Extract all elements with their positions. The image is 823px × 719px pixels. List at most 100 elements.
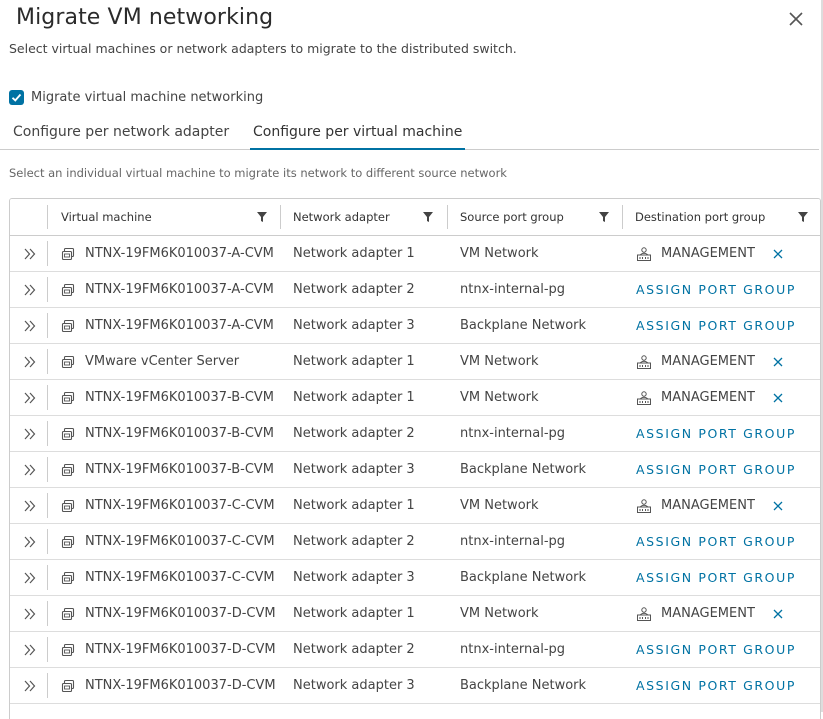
assign-port-group-link[interactable]: ASSIGN PORT GROUP — [636, 318, 796, 333]
destination-port-group-name: MANAGEMENT — [661, 606, 755, 621]
column-header-virtual-machine[interactable]: Virtual machine — [61, 199, 152, 235]
column-header-destination-port-group[interactable]: Destination port group — [635, 199, 765, 235]
destination-port-group-cell: MANAGEMENT — [636, 380, 783, 415]
source-port-group-cell: Backplane Network — [460, 570, 587, 585]
assign-port-group-link[interactable]: ASSIGN PORT GROUP — [636, 678, 796, 693]
row-separator — [47, 673, 48, 698]
migrate-networking-checkbox-row[interactable]: Migrate virtual machine networking — [9, 88, 263, 106]
virtual-machine-icon — [61, 247, 75, 260]
port-group-icon — [637, 606, 651, 621]
vm-name[interactable]: NTNX-19FM6K010037-C-CVM — [85, 570, 275, 585]
table-row[interactable]: NTNX-19FM6K010037-B-CVM Network adapter 1… — [10, 380, 820, 416]
filter-icon[interactable] — [798, 212, 808, 222]
expand-row-icon[interactable] — [23, 535, 37, 549]
row-separator — [47, 421, 48, 446]
network-adapter-cell: Network adapter 1 — [293, 498, 415, 513]
table-row[interactable]: NTNX-19FM6K010037-A-CVM Network adapter 3… — [10, 308, 820, 344]
vm-cell: VMware vCenter Server — [61, 344, 239, 379]
row-separator — [47, 565, 48, 590]
table-row[interactable]: NTNX-19FM6K010037-D-CVM Network adapter 2… — [10, 632, 820, 668]
table-row[interactable]: NTNX-19FM6K010037-C-CVM Network adapter 3… — [10, 560, 820, 596]
assign-port-group-link[interactable]: ASSIGN PORT GROUP — [636, 642, 796, 657]
column-header-network-adapter[interactable]: Network adapter — [293, 199, 390, 235]
column-separator — [447, 205, 448, 229]
remove-assignment-icon[interactable] — [773, 609, 783, 619]
virtual-machine-icon — [61, 283, 75, 296]
destination-port-group-cell: ASSIGN PORT GROUP — [636, 524, 796, 559]
vm-cell: NTNX-19FM6K010037-C-CVM — [61, 488, 275, 523]
destination-port-group-cell: MANAGEMENT — [636, 236, 783, 271]
expand-row-icon[interactable] — [23, 643, 37, 657]
port-group-icon — [637, 390, 651, 405]
migrate-vm-networking-dialog: Migrate VM networking Select virtual mac… — [0, 0, 823, 719]
source-port-group-cell: ntnx-internal-pg — [460, 642, 566, 657]
table-row[interactable]: NTNX-19FM6K010037-D-CVM Network adapter 3… — [10, 668, 820, 704]
table-row[interactable]: NTNX-19FM6K010037-B-CVM Network adapter 3… — [10, 452, 820, 488]
source-port-group-cell: VM Network — [460, 390, 539, 405]
close-icon[interactable] — [786, 9, 806, 29]
expand-row-icon[interactable] — [23, 283, 37, 297]
remove-assignment-icon[interactable] — [773, 393, 783, 403]
tab-configure-per-virtual-machine[interactable]: Configure per virtual machine — [250, 124, 466, 150]
vm-cell: NTNX-19FM6K010037-A-CVM — [61, 308, 274, 343]
table-row[interactable]: NTNX-19FM6K010037-A-CVM Network adapter 1… — [10, 236, 820, 272]
virtual-machine-icon — [61, 319, 75, 332]
destination-port-group-cell: MANAGEMENT — [636, 488, 783, 523]
vm-name[interactable]: NTNX-19FM6K010037-C-CVM — [85, 534, 275, 549]
expand-row-icon[interactable] — [23, 679, 37, 693]
remove-assignment-icon[interactable] — [773, 249, 783, 259]
vm-name[interactable]: NTNX-19FM6K010037-D-CVM — [85, 642, 276, 657]
assign-port-group-link[interactable]: ASSIGN PORT GROUP — [636, 462, 796, 477]
destination-port-group-cell: ASSIGN PORT GROUP — [636, 308, 796, 343]
vm-name[interactable]: NTNX-19FM6K010037-C-CVM — [85, 498, 275, 513]
expand-row-icon[interactable] — [23, 247, 37, 261]
source-port-group-cell: Backplane Network — [460, 678, 587, 693]
vm-cell: NTNX-19FM6K010037-B-CVM — [61, 416, 274, 451]
network-adapter-cell: Network adapter 1 — [293, 354, 415, 369]
expand-row-icon[interactable] — [23, 571, 37, 585]
expand-row-icon[interactable] — [23, 607, 37, 621]
table-row[interactable]: NTNX-19FM6K010037-C-CVM Network adapter 1… — [10, 488, 820, 524]
destination-port-group-cell: ASSIGN PORT GROUP — [636, 272, 796, 307]
tab-configure-per-network-adapter[interactable]: Configure per network adapter — [13, 124, 229, 148]
row-separator — [47, 349, 48, 374]
filter-icon[interactable] — [257, 212, 267, 222]
filter-icon[interactable] — [599, 212, 609, 222]
row-separator — [47, 313, 48, 338]
vm-name[interactable]: NTNX-19FM6K010037-A-CVM — [85, 246, 274, 261]
table-row[interactable]: NTNX-19FM6K010037-A-CVM Network adapter 2… — [10, 272, 820, 308]
assign-port-group-link[interactable]: ASSIGN PORT GROUP — [636, 534, 796, 549]
migrate-networking-checkbox[interactable] — [9, 89, 24, 105]
table-row[interactable]: VMware vCenter Server Network adapter 1 VM… — [10, 344, 820, 380]
vm-name[interactable]: NTNX-19FM6K010037-D-CVM — [85, 678, 276, 693]
expand-row-icon[interactable] — [23, 463, 37, 477]
remove-assignment-icon[interactable] — [773, 357, 783, 367]
vm-name[interactable]: VMware vCenter Server — [85, 354, 239, 369]
vm-name[interactable]: NTNX-19FM6K010037-B-CVM — [85, 426, 274, 441]
expand-row-icon[interactable] — [23, 319, 37, 333]
filter-icon[interactable] — [423, 212, 433, 222]
vm-name[interactable]: NTNX-19FM6K010037-A-CVM — [85, 282, 274, 297]
row-separator — [47, 529, 48, 554]
expand-row-icon[interactable] — [23, 427, 37, 441]
remove-assignment-icon[interactable] — [773, 501, 783, 511]
source-port-group-cell: ntnx-internal-pg — [460, 534, 566, 549]
vm-name[interactable]: NTNX-19FM6K010037-B-CVM — [85, 462, 274, 477]
vm-cell: NTNX-19FM6K010037-B-CVM — [61, 452, 274, 487]
assign-port-group-link[interactable]: ASSIGN PORT GROUP — [636, 426, 796, 441]
table-row[interactable]: NTNX-19FM6K010037-D-CVM Network adapter 1… — [10, 596, 820, 632]
assign-port-group-link[interactable]: ASSIGN PORT GROUP — [636, 570, 796, 585]
dialog-title: Migrate VM networking — [16, 5, 274, 30]
expand-row-icon[interactable] — [23, 355, 37, 369]
row-separator — [47, 241, 48, 266]
column-header-source-port-group[interactable]: Source port group — [460, 199, 564, 235]
vm-name[interactable]: NTNX-19FM6K010037-A-CVM — [85, 318, 274, 333]
vm-name[interactable]: NTNX-19FM6K010037-B-CVM — [85, 390, 274, 405]
expand-row-icon[interactable] — [23, 499, 37, 513]
table-row[interactable]: NTNX-19FM6K010037-B-CVM Network adapter 2… — [10, 416, 820, 452]
table-row[interactable]: NTNX-19FM6K010037-C-CVM Network adapter 2… — [10, 524, 820, 560]
expand-row-icon[interactable] — [23, 391, 37, 405]
assign-port-group-link[interactable]: ASSIGN PORT GROUP — [636, 282, 796, 297]
vm-cell: NTNX-19FM6K010037-D-CVM — [61, 632, 276, 667]
vm-name[interactable]: NTNX-19FM6K010037-D-CVM — [85, 606, 276, 621]
